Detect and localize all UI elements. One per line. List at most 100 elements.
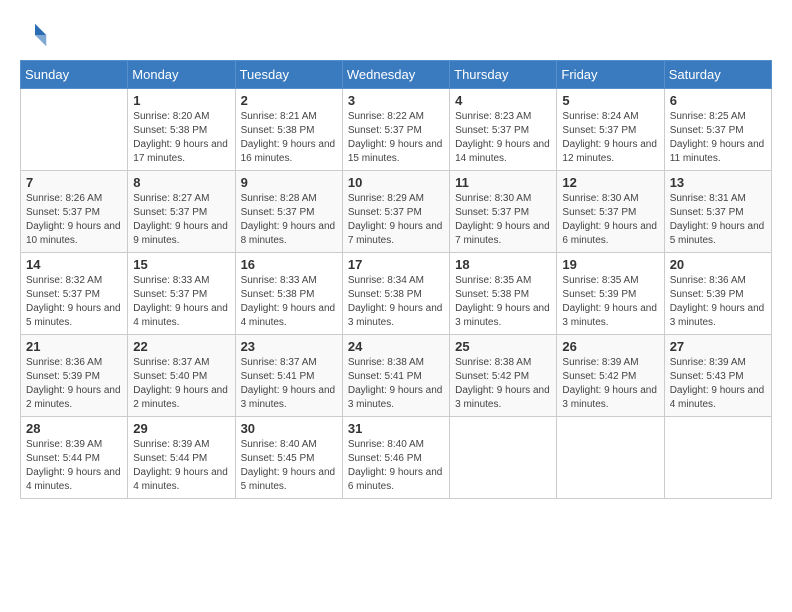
day-info: Sunrise: 8:36 AMSunset: 5:39 PMDaylight:… xyxy=(26,356,122,412)
day-info: Sunrise: 8:26 AMSunset: 5:37 PMDaylight:… xyxy=(26,192,122,248)
day-info: Sunrise: 8:39 AMSunset: 5:43 PMDaylight:… xyxy=(670,356,766,412)
calendar-cell xyxy=(450,417,557,499)
day-info: Sunrise: 8:39 AMSunset: 5:44 PMDaylight:… xyxy=(26,438,122,494)
calendar-cell: 21Sunrise: 8:36 AMSunset: 5:39 PMDayligh… xyxy=(21,335,128,417)
day-info: Sunrise: 8:25 AMSunset: 5:37 PMDaylight:… xyxy=(670,110,766,166)
calendar-cell: 6 Sunrise: 8:25 AMSunset: 5:37 PMDaylight… xyxy=(664,89,771,171)
weekday-header-sunday: Sunday xyxy=(21,61,128,89)
calendar-week-row: 28 Sunrise: 8:39 AMSunset: 5:44 PMDayligh… xyxy=(21,417,772,499)
calendar-cell xyxy=(664,417,771,499)
day-info: Sunrise: 8:30 AMSunset: 5:37 PMDaylight:… xyxy=(562,192,658,248)
calendar-week-row: 7 Sunrise: 8:26 AMSunset: 5:37 PMDaylight… xyxy=(21,171,772,253)
calendar-week-row: 21Sunrise: 8:36 AMSunset: 5:39 PMDayligh… xyxy=(21,335,772,417)
calendar-cell: 10 Sunrise: 8:29 AMSunset: 5:37 PMDayligh… xyxy=(342,171,449,253)
day-number: 19 xyxy=(562,257,658,272)
calendar-cell: 26 Sunrise: 8:39 AMSunset: 5:42 PMDayligh… xyxy=(557,335,664,417)
calendar-week-row: 14 Sunrise: 8:32 AMSunset: 5:37 PMDayligh… xyxy=(21,253,772,335)
day-info: Sunrise: 8:22 AMSunset: 5:37 PMDaylight:… xyxy=(348,110,444,166)
day-number: 27 xyxy=(670,339,766,354)
calendar-cell: 16 Sunrise: 8:33 AMSunset: 5:38 PMDayligh… xyxy=(235,253,342,335)
day-number: 9 xyxy=(241,175,337,190)
day-number: 14 xyxy=(26,257,122,272)
day-number: 29 xyxy=(133,421,229,436)
calendar-cell xyxy=(21,89,128,171)
day-info: Sunrise: 8:24 AMSunset: 5:37 PMDaylight:… xyxy=(562,110,658,166)
calendar-cell: 19 Sunrise: 8:35 AMSunset: 5:39 PMDayligh… xyxy=(557,253,664,335)
day-info: Sunrise: 8:33 AMSunset: 5:38 PMDaylight:… xyxy=(241,274,337,330)
calendar-cell: 4 Sunrise: 8:23 AMSunset: 5:37 PMDaylight… xyxy=(450,89,557,171)
weekday-header-thursday: Thursday xyxy=(450,61,557,89)
calendar-cell: 17 Sunrise: 8:34 AMSunset: 5:38 PMDayligh… xyxy=(342,253,449,335)
calendar-cell: 30Sunrise: 8:40 AMSunset: 5:45 PMDayligh… xyxy=(235,417,342,499)
day-info: Sunrise: 8:37 AMSunset: 5:40 PMDaylight:… xyxy=(133,356,229,412)
day-number: 2 xyxy=(241,93,337,108)
calendar-cell: 20Sunrise: 8:36 AMSunset: 5:39 PMDayligh… xyxy=(664,253,771,335)
calendar-cell: 5 Sunrise: 8:24 AMSunset: 5:37 PMDaylight… xyxy=(557,89,664,171)
calendar-cell: 2 Sunrise: 8:21 AMSunset: 5:38 PMDaylight… xyxy=(235,89,342,171)
day-number: 4 xyxy=(455,93,551,108)
day-info: Sunrise: 8:34 AMSunset: 5:38 PMDaylight:… xyxy=(348,274,444,330)
day-info: Sunrise: 8:32 AMSunset: 5:37 PMDaylight:… xyxy=(26,274,122,330)
day-info: Sunrise: 8:27 AMSunset: 5:37 PMDaylight:… xyxy=(133,192,229,248)
calendar: SundayMondayTuesdayWednesdayThursdayFrid… xyxy=(20,60,772,499)
day-info: Sunrise: 8:20 AMSunset: 5:38 PMDaylight:… xyxy=(133,110,229,166)
calendar-cell: 9 Sunrise: 8:28 AMSunset: 5:37 PMDaylight… xyxy=(235,171,342,253)
calendar-cell: 3 Sunrise: 8:22 AMSunset: 5:37 PMDaylight… xyxy=(342,89,449,171)
day-info: Sunrise: 8:36 AMSunset: 5:39 PMDaylight:… xyxy=(670,274,766,330)
calendar-cell: 1 Sunrise: 8:20 AMSunset: 5:38 PMDaylight… xyxy=(128,89,235,171)
calendar-week-row: 1 Sunrise: 8:20 AMSunset: 5:38 PMDaylight… xyxy=(21,89,772,171)
day-info: Sunrise: 8:33 AMSunset: 5:37 PMDaylight:… xyxy=(133,274,229,330)
day-info: Sunrise: 8:29 AMSunset: 5:37 PMDaylight:… xyxy=(348,192,444,248)
day-info: Sunrise: 8:39 AMSunset: 5:42 PMDaylight:… xyxy=(562,356,658,412)
calendar-cell: 22 Sunrise: 8:37 AMSunset: 5:40 PMDayligh… xyxy=(128,335,235,417)
calendar-cell: 15 Sunrise: 8:33 AMSunset: 5:37 PMDayligh… xyxy=(128,253,235,335)
calendar-cell: 29 Sunrise: 8:39 AMSunset: 5:44 PMDayligh… xyxy=(128,417,235,499)
calendar-cell: 31 Sunrise: 8:40 AMSunset: 5:46 PMDayligh… xyxy=(342,417,449,499)
day-info: Sunrise: 8:40 AMSunset: 5:46 PMDaylight:… xyxy=(348,438,444,494)
day-number: 3 xyxy=(348,93,444,108)
calendar-cell: 27 Sunrise: 8:39 AMSunset: 5:43 PMDayligh… xyxy=(664,335,771,417)
day-number: 30 xyxy=(241,421,337,436)
day-info: Sunrise: 8:38 AMSunset: 5:42 PMDaylight:… xyxy=(455,356,551,412)
day-number: 15 xyxy=(133,257,229,272)
day-info: Sunrise: 8:38 AMSunset: 5:41 PMDaylight:… xyxy=(348,356,444,412)
calendar-cell: 7 Sunrise: 8:26 AMSunset: 5:37 PMDaylight… xyxy=(21,171,128,253)
weekday-header-monday: Monday xyxy=(128,61,235,89)
calendar-cell: 18 Sunrise: 8:35 AMSunset: 5:38 PMDayligh… xyxy=(450,253,557,335)
day-info: Sunrise: 8:28 AMSunset: 5:37 PMDaylight:… xyxy=(241,192,337,248)
day-info: Sunrise: 8:35 AMSunset: 5:38 PMDaylight:… xyxy=(455,274,551,330)
calendar-cell: 12 Sunrise: 8:30 AMSunset: 5:37 PMDayligh… xyxy=(557,171,664,253)
day-number: 26 xyxy=(562,339,658,354)
day-info: Sunrise: 8:39 AMSunset: 5:44 PMDaylight:… xyxy=(133,438,229,494)
day-number: 22 xyxy=(133,339,229,354)
day-info: Sunrise: 8:37 AMSunset: 5:41 PMDaylight:… xyxy=(241,356,337,412)
logo-icon xyxy=(20,20,50,50)
day-info: Sunrise: 8:35 AMSunset: 5:39 PMDaylight:… xyxy=(562,274,658,330)
day-number: 7 xyxy=(26,175,122,190)
day-number: 25 xyxy=(455,339,551,354)
day-number: 18 xyxy=(455,257,551,272)
day-number: 10 xyxy=(348,175,444,190)
weekday-header-tuesday: Tuesday xyxy=(235,61,342,89)
weekday-header-row: SundayMondayTuesdayWednesdayThursdayFrid… xyxy=(21,61,772,89)
weekday-header-saturday: Saturday xyxy=(664,61,771,89)
day-number: 31 xyxy=(348,421,444,436)
day-number: 5 xyxy=(562,93,658,108)
calendar-cell: 25 Sunrise: 8:38 AMSunset: 5:42 PMDayligh… xyxy=(450,335,557,417)
day-number: 16 xyxy=(241,257,337,272)
day-number: 17 xyxy=(348,257,444,272)
day-number: 6 xyxy=(670,93,766,108)
day-number: 13 xyxy=(670,175,766,190)
logo xyxy=(20,20,54,50)
day-number: 8 xyxy=(133,175,229,190)
day-info: Sunrise: 8:21 AMSunset: 5:38 PMDaylight:… xyxy=(241,110,337,166)
day-number: 28 xyxy=(26,421,122,436)
day-info: Sunrise: 8:23 AMSunset: 5:37 PMDaylight:… xyxy=(455,110,551,166)
header xyxy=(20,20,772,50)
day-number: 12 xyxy=(562,175,658,190)
calendar-cell: 8 Sunrise: 8:27 AMSunset: 5:37 PMDaylight… xyxy=(128,171,235,253)
day-number: 1 xyxy=(133,93,229,108)
day-info: Sunrise: 8:30 AMSunset: 5:37 PMDaylight:… xyxy=(455,192,551,248)
calendar-cell: 28 Sunrise: 8:39 AMSunset: 5:44 PMDayligh… xyxy=(21,417,128,499)
calendar-cell: 24Sunrise: 8:38 AMSunset: 5:41 PMDayligh… xyxy=(342,335,449,417)
